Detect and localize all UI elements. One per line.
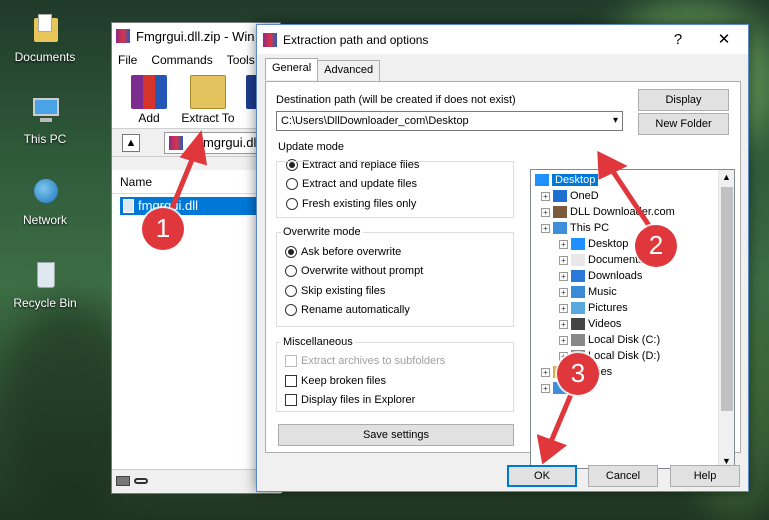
annotation-marker-3: 3 [557,353,599,395]
annotation-marker-2: 2 [635,225,677,267]
tab-general[interactable]: General [265,58,319,80]
annotation-arrow-3 [547,389,575,447]
annotation-marker-1: 1 [142,208,184,250]
annotation-arrowhead-2 [597,150,628,180]
annotation-arrow-2 [609,167,655,233]
annotation-arrowhead-1 [179,129,208,166]
annotation-arrowhead-3 [536,434,568,465]
